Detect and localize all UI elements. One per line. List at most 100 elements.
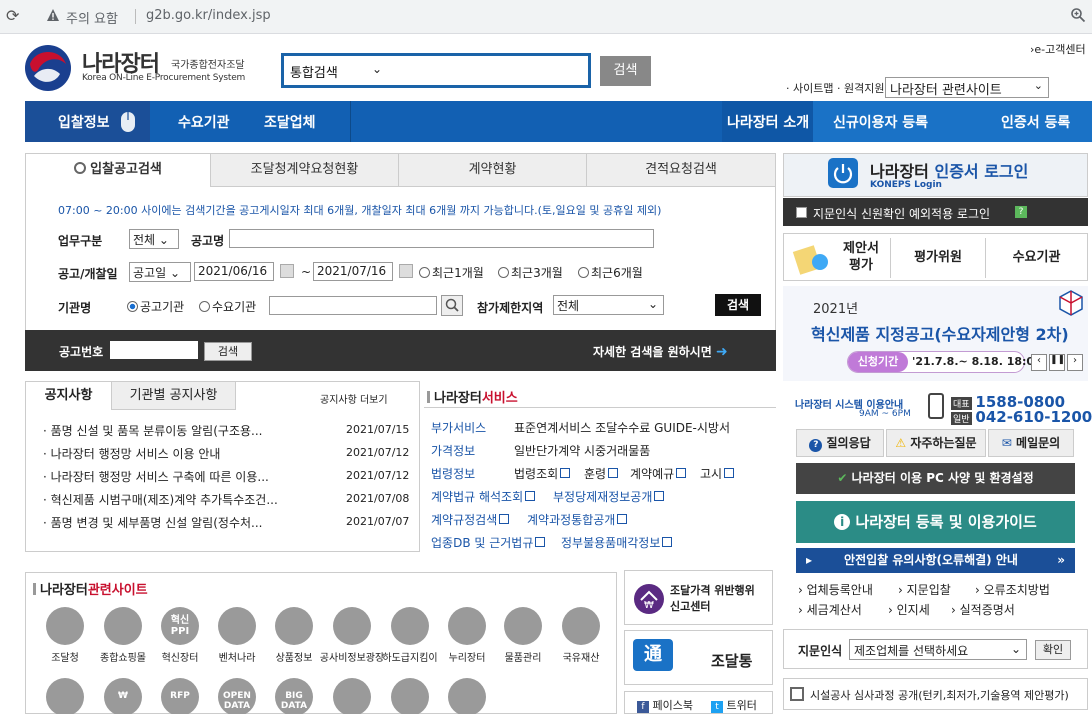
warning-icon[interactable] bbox=[46, 8, 60, 22]
svc-link-4[interactable]: 계약과정통합공개 bbox=[527, 511, 628, 528]
sitemap-remote-links[interactable]: · 사이트맵 · 원격지원 bbox=[786, 80, 884, 96]
cert-login-box[interactable]: 나라장터 인증서 로그인 KONEPS Login bbox=[783, 153, 1088, 197]
nav-agency[interactable]: 수요기관 bbox=[178, 112, 230, 132]
svc-cat-additional[interactable]: 부가서비스 bbox=[431, 419, 486, 436]
org-input[interactable] bbox=[269, 296, 437, 315]
bid-name-input[interactable] bbox=[229, 229, 654, 248]
svc-link-2[interactable]: 부정당제재정보공개 bbox=[553, 488, 665, 505]
link-stamp-tax[interactable]: › 인지세 bbox=[888, 601, 930, 618]
pc-spec-button[interactable]: ✔ 나라장터 이용 PC 사양 및 환경설정 bbox=[796, 463, 1075, 494]
org-search-icon[interactable] bbox=[441, 295, 463, 316]
calendar-icon[interactable] bbox=[280, 264, 294, 278]
nav-register[interactable]: 신규이용자 등록 bbox=[833, 112, 928, 132]
notice-item[interactable]: · 혁신제품 시범구매(제조)계약 추가특수조건... bbox=[43, 491, 278, 508]
svc-link-6[interactable]: 정부불용품매각정보 bbox=[561, 534, 673, 551]
tab-bid-search[interactable]: 입찰공고검색 bbox=[25, 153, 211, 187]
pause-icon[interactable]: ❚❚ bbox=[1049, 354, 1065, 371]
svc-link-1[interactable]: 계약법규 해석조회 bbox=[431, 488, 536, 505]
reload-icon[interactable]: ⟳ bbox=[6, 6, 19, 25]
price-violation-tile[interactable]: ₩ 조달가격 위반행위 신고센터 bbox=[624, 570, 773, 625]
tab-contract-status[interactable]: 계약현황 bbox=[399, 153, 587, 187]
related-site-label[interactable]: 조달청 bbox=[32, 649, 98, 664]
evaluator-button[interactable]: 평가위원 bbox=[890, 238, 985, 278]
related-site-icon[interactable] bbox=[391, 607, 429, 645]
calendar-icon[interactable] bbox=[399, 264, 413, 278]
related-site-icon[interactable] bbox=[448, 678, 486, 714]
related-site-label[interactable]: 물품관리 bbox=[490, 649, 556, 664]
jodaltong-tile[interactable]: 通 조달통 bbox=[624, 630, 773, 685]
detailed-search-link[interactable]: 자세한 검색을 원하시면 ➜ bbox=[593, 343, 728, 360]
related-site-label[interactable]: 국유재산 bbox=[548, 649, 614, 664]
svc-link-3[interactable]: 계약규정검색 bbox=[431, 511, 510, 528]
svc-law-4[interactable]: 고시 bbox=[700, 465, 735, 482]
related-site-icon[interactable] bbox=[333, 607, 371, 645]
link-fingerprint-bid[interactable]: › 지문입찰 bbox=[898, 581, 951, 598]
url-text[interactable]: g2b.go.kr/index.jsp bbox=[146, 8, 271, 23]
recent-1m-radio[interactable]: 최근1개월 bbox=[419, 264, 484, 281]
date-from-input[interactable]: 2021/06/16 bbox=[194, 262, 274, 281]
header-search-button[interactable]: 검색 bbox=[600, 56, 651, 86]
tab-notices[interactable]: 공지사항 bbox=[26, 382, 112, 410]
related-site-icon[interactable]: RFP bbox=[161, 678, 199, 714]
prev-icon[interactable]: ‹ bbox=[1031, 354, 1047, 371]
org-type-radio-1[interactable]: 공고기관 bbox=[127, 298, 184, 315]
date-to-input[interactable]: 2021/07/16 bbox=[313, 262, 393, 281]
region-select[interactable]: 전체 ⌄ bbox=[553, 295, 664, 315]
help-icon[interactable]: ? bbox=[1015, 206, 1027, 218]
svc-link-5[interactable]: 업종DB 및 근거법규 bbox=[431, 534, 546, 551]
bid-no-input[interactable] bbox=[110, 341, 198, 359]
guide-button[interactable]: i 나라장터 등록 및 이용가이드 bbox=[796, 501, 1075, 543]
checkbox[interactable] bbox=[796, 207, 807, 218]
link-tax-invoice[interactable]: › 세금계산서 bbox=[798, 601, 862, 618]
nav-bid[interactable]: 입찰정보 bbox=[58, 112, 110, 132]
svc-law-2[interactable]: 훈령 bbox=[584, 465, 619, 482]
related-site-icon[interactable] bbox=[46, 678, 84, 714]
qna-button[interactable]: ? 질의응답 bbox=[796, 429, 884, 457]
notice-item[interactable]: · 나라장터 행정망 서비스 이용 안내 bbox=[43, 445, 220, 462]
notice-item[interactable]: · 품명 신설 및 품목 분류이동 알림(구조용... bbox=[43, 422, 262, 439]
related-site-label[interactable]: 공사비정보광장 bbox=[319, 649, 385, 664]
svc-cat-price[interactable]: 가격정보 bbox=[431, 442, 475, 459]
svc-law-1[interactable]: 법령조회 bbox=[514, 465, 571, 482]
related-site-icon[interactable] bbox=[504, 607, 542, 645]
nav-intro[interactable]: 나라장터 소개 bbox=[727, 112, 809, 132]
recent-6m-radio[interactable]: 최근6개월 bbox=[578, 264, 643, 281]
nav-vendor[interactable]: 조달업체 bbox=[264, 112, 316, 132]
nav-cert[interactable]: 인증서 등록 bbox=[1001, 112, 1070, 132]
tab-agency-notices[interactable]: 기관별 공지사항 bbox=[112, 382, 236, 410]
search-scope-select[interactable]: 통합검색 bbox=[290, 62, 338, 81]
bid-no-search-button[interactable]: 검색 bbox=[204, 342, 252, 361]
mail-button[interactable]: ✉ 메일문의 bbox=[988, 429, 1074, 457]
zoom-icon[interactable] bbox=[1070, 7, 1086, 23]
related-site-label[interactable]: 상품정보 bbox=[261, 649, 327, 664]
faq-button[interactable]: ⚠ 자주하는질문 bbox=[886, 429, 986, 457]
svc-price-links[interactable]: 일반단가계약 시중거래물품 bbox=[514, 442, 650, 459]
related-site-icon[interactable] bbox=[46, 607, 84, 645]
related-site-icon[interactable] bbox=[448, 607, 486, 645]
taegeuk-logo-icon[interactable] bbox=[24, 44, 72, 92]
related-site-icon[interactable] bbox=[275, 607, 313, 645]
related-site-icon[interactable]: ₩ bbox=[104, 678, 142, 714]
related-site-icon[interactable]: BIG DATA bbox=[275, 678, 313, 714]
innovation-banner[interactable]: 2021년 혁신제품 지정공고(수요자제안형 2차) 신청기간 '21.7.8.~… bbox=[783, 286, 1088, 381]
safe-bid-bar[interactable]: ▸ 안전입찰 유의사항(오류해결) 안내 » bbox=[796, 548, 1075, 573]
date-type-select[interactable]: 공고일 ⌄ bbox=[129, 262, 191, 282]
link-company-register[interactable]: › 업체등록안내 bbox=[798, 581, 873, 598]
bio-confirm-button[interactable]: 확인 bbox=[1035, 640, 1071, 660]
related-sites-select[interactable]: 나라장터 관련사이트 ⌄ bbox=[885, 77, 1049, 98]
related-site-icon[interactable] bbox=[104, 607, 142, 645]
related-site-icon[interactable] bbox=[562, 607, 600, 645]
related-site-icon[interactable] bbox=[391, 678, 429, 714]
bio-login-row[interactable]: 지문인식 신원확인 예외적용 로그인 ? bbox=[783, 198, 1088, 226]
related-site-icon[interactable]: 혁신 PPI bbox=[161, 607, 199, 645]
notice-item[interactable]: · 품명 변경 및 세부품명 신설 알림(정수처... bbox=[43, 514, 262, 531]
notices-more-link[interactable]: 공지사항 더보기 bbox=[320, 391, 388, 406]
bio-vendor-select[interactable]: 제조업체를 선택하세요 ⌄ bbox=[849, 639, 1027, 660]
security-warning[interactable]: 주의 요함 bbox=[66, 8, 118, 27]
svc-cat-law[interactable]: 법령정보 bbox=[431, 465, 475, 482]
demand-agency-button[interactable]: 수요기관 bbox=[985, 238, 1087, 278]
svc-additional-links[interactable]: 표준연계서비스 조달수수료 GUIDE-시방서 bbox=[514, 419, 730, 436]
tab-quote-search[interactable]: 견적요청검색 bbox=[587, 153, 776, 187]
related-site-icon[interactable] bbox=[333, 678, 371, 714]
recent-3m-radio[interactable]: 최근3개월 bbox=[498, 264, 563, 281]
